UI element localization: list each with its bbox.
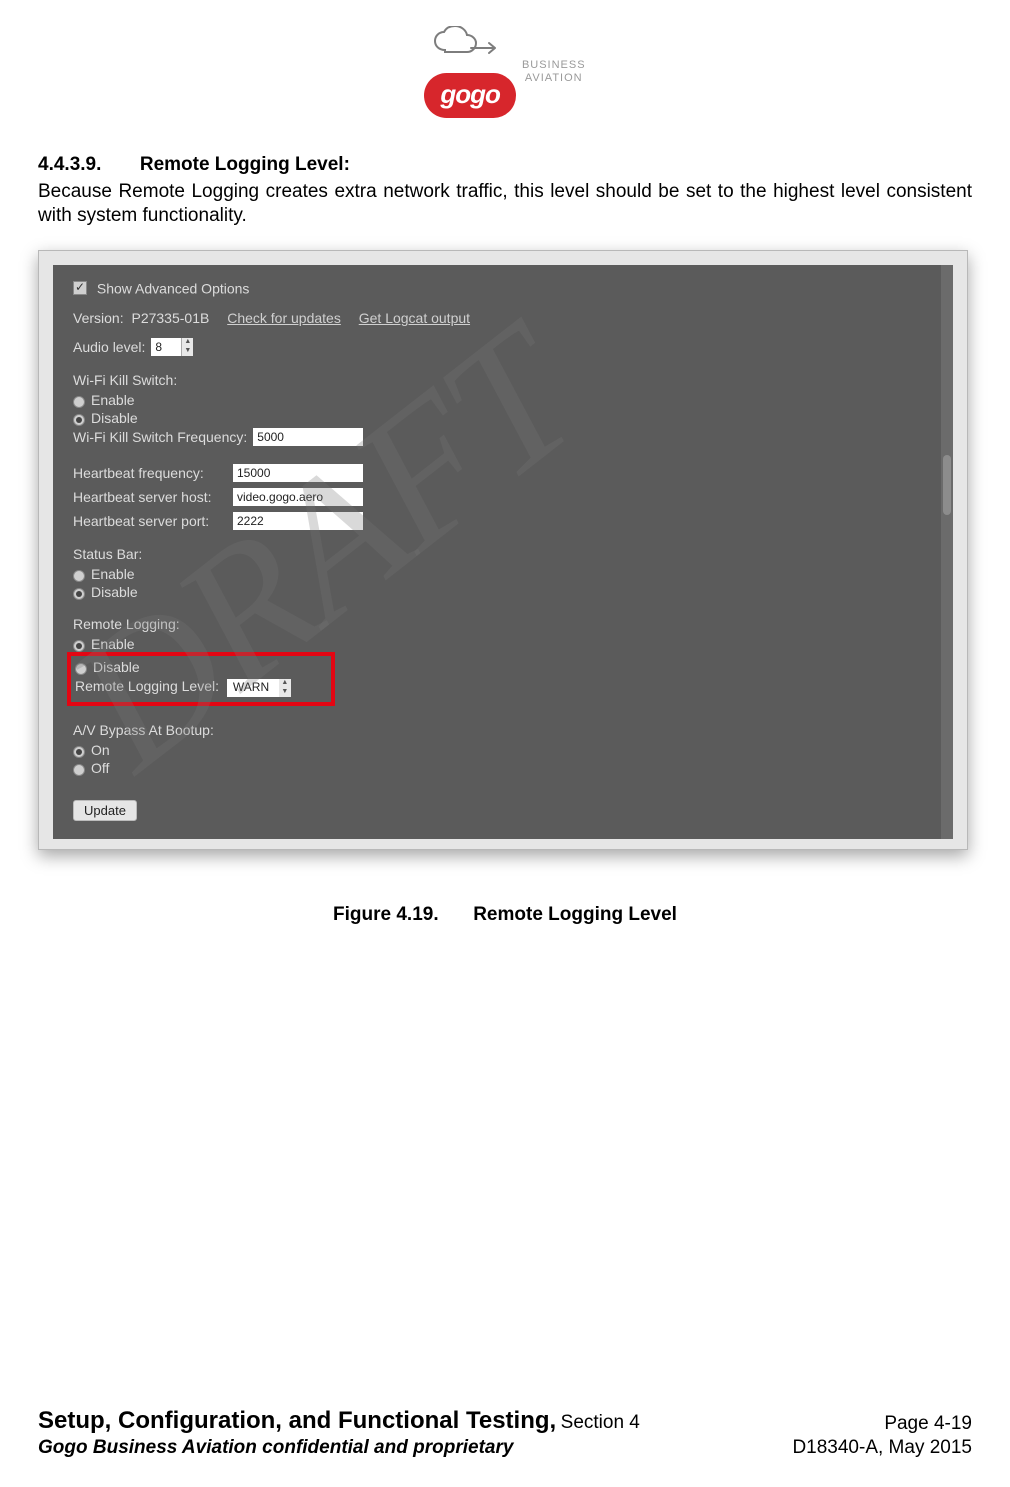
remote-logging-level-label: Remote Logging Level: <box>75 678 219 694</box>
av-bypass-title: A/V Bypass At Bootup: <box>73 722 935 738</box>
section-paragraph: Because Remote Logging creates extra net… <box>38 180 972 228</box>
audio-level-input[interactable] <box>151 338 181 356</box>
hb-freq-label: Heartbeat frequency: <box>73 465 233 481</box>
version-value: P27335-01B <box>131 310 209 326</box>
remote-logging-enable-label: Enable <box>91 636 135 652</box>
status-bar-enable-radio[interactable] <box>73 570 85 582</box>
footer-section: Section 4 <box>561 1412 640 1433</box>
status-bar-disable-radio[interactable] <box>73 588 85 600</box>
figure-number: Figure 4.19. <box>333 904 439 925</box>
hb-port-label: Heartbeat server port: <box>73 513 233 529</box>
wifi-kill-title: Wi-Fi Kill Switch: <box>73 372 935 388</box>
cloud-arrow-icon <box>425 26 515 73</box>
version-label: Version: <box>73 310 124 326</box>
wifi-kill-enable-label: Enable <box>91 392 135 408</box>
status-bar-disable-label: Disable <box>91 584 138 600</box>
hb-port-input[interactable] <box>233 512 363 530</box>
hb-freq-input[interactable] <box>233 464 363 482</box>
check-updates-link[interactable]: Check for updates <box>227 310 341 326</box>
figure-title: Remote Logging Level <box>473 904 677 925</box>
scrollbar-thumb[interactable] <box>943 455 951 515</box>
hb-host-input[interactable] <box>233 488 363 506</box>
page-footer: Setup, Configuration, and Functional Tes… <box>38 1407 972 1459</box>
show-advanced-checkbox[interactable] <box>73 281 87 295</box>
wifi-kill-enable-radio[interactable] <box>73 396 85 408</box>
select-arrows-icon[interactable]: ▲▼ <box>279 679 291 697</box>
footer-docid: D18340-A, May 2015 <box>792 1437 972 1459</box>
brand-subtext: BUSINESS AVIATION <box>522 59 586 85</box>
header-logo: gogo BUSINESS AVIATION <box>38 26 972 118</box>
show-advanced-label: Show Advanced Options <box>97 280 250 296</box>
audio-level-label: Audio level: <box>73 339 145 355</box>
av-bypass-off-label: Off <box>91 760 109 776</box>
settings-screenshot: Show Advanced Options Version: P27335-01… <box>38 250 968 850</box>
gogo-logo-text: gogo <box>424 73 516 118</box>
footer-page: Page 4-19 <box>884 1413 972 1435</box>
remote-logging-disable-radio[interactable] <box>75 663 87 675</box>
wifi-kill-disable-label: Disable <box>91 410 138 426</box>
remote-logging-level-select[interactable]: WARN ▲▼ <box>227 679 291 697</box>
remote-logging-enable-radio[interactable] <box>73 640 85 652</box>
section-title: Remote Logging Level: <box>140 154 350 175</box>
av-bypass-off-radio[interactable] <box>73 764 85 776</box>
wifi-freq-label: Wi-Fi Kill Switch Frequency: <box>73 429 247 445</box>
remote-logging-title: Remote Logging: <box>73 616 935 632</box>
footer-title: Setup, Configuration, and Functional Tes… <box>38 1407 556 1434</box>
stepper-arrows-icon[interactable]: ▲▼ <box>181 338 193 356</box>
remote-logging-disable-label: Disable <box>93 659 140 675</box>
get-logcat-link[interactable]: Get Logcat output <box>359 310 470 326</box>
section-number: 4.4.3.9. <box>38 154 101 176</box>
remote-logging-level-highlight: Disable Remote Logging Level: WARN ▲▼ <box>67 652 335 706</box>
figure-caption: Figure 4.19. Remote Logging Level <box>38 904 972 926</box>
av-bypass-on-radio[interactable] <box>73 746 85 758</box>
hb-host-label: Heartbeat server host: <box>73 489 233 505</box>
audio-level-stepper[interactable]: ▲▼ <box>151 338 193 356</box>
wifi-kill-disable-radio[interactable] <box>73 414 85 426</box>
footer-confidential: Gogo Business Aviation confidential and … <box>38 1437 513 1459</box>
remote-logging-level-value: WARN <box>227 679 279 697</box>
status-bar-title: Status Bar: <box>73 546 935 562</box>
section-heading: 4.4.3.9. Remote Logging Level: <box>38 154 972 176</box>
status-bar-enable-label: Enable <box>91 566 135 582</box>
update-button[interactable]: Update <box>73 800 137 821</box>
wifi-freq-input[interactable] <box>253 428 363 446</box>
av-bypass-on-label: On <box>91 742 110 758</box>
